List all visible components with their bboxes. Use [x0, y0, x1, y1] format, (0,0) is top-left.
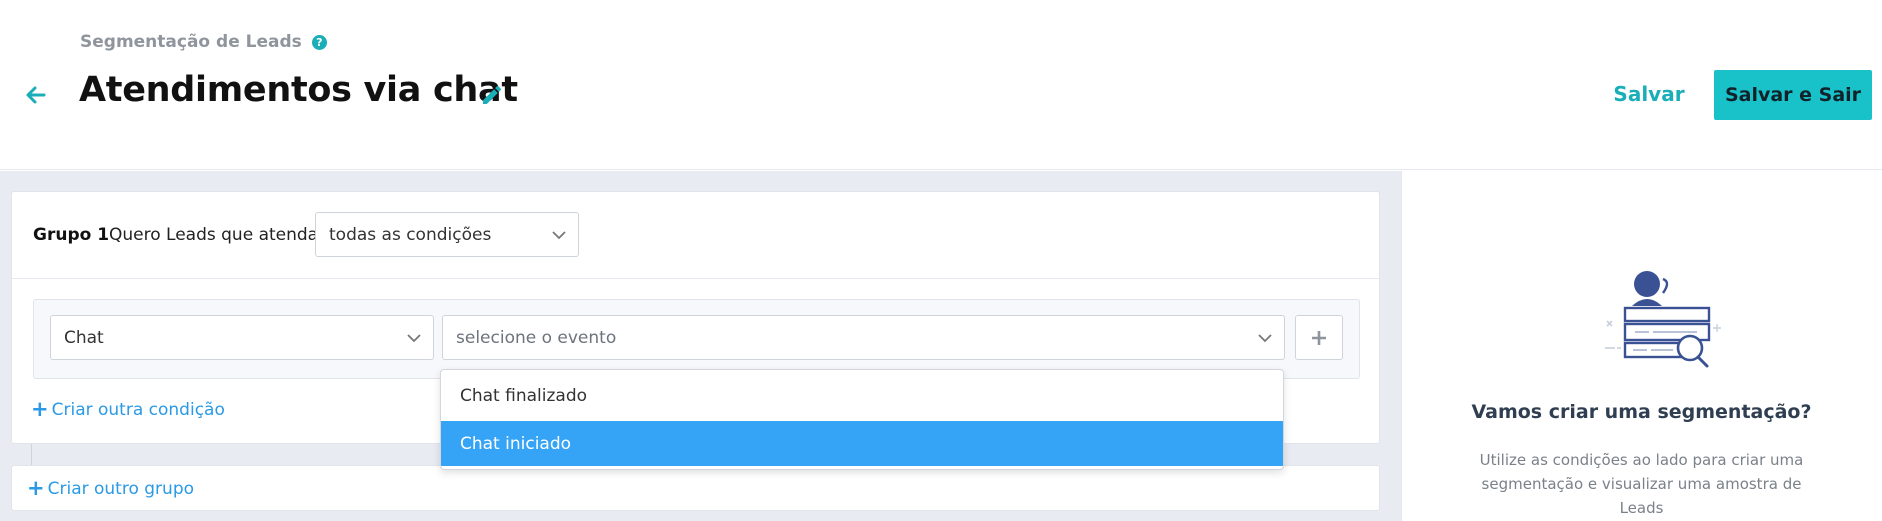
breadcrumb: Segmentação de Leads ?: [80, 31, 327, 53]
match-conditions-value: todas as condições: [329, 224, 492, 245]
plus-icon: [1312, 330, 1326, 345]
page-header: Segmentação de Leads ? Atendimentos via …: [0, 0, 1882, 170]
add-group-label: Criar outro grupo: [47, 478, 195, 499]
segmentation-illustration-icon: [1605, 271, 1721, 368]
group-header: Grupo 1 Quero Leads que atendam todas as…: [12, 192, 1379, 279]
dropdown-option[interactable]: Chat finalizado: [441, 373, 1283, 418]
chevron-down-icon: [407, 333, 421, 342]
help-icon[interactable]: ?: [311, 34, 327, 50]
empty-state-description: Utilize as condições ao lado para criar …: [1479, 451, 1804, 517]
condition-event-select[interactable]: selecione o evento: [442, 315, 1285, 360]
add-condition-inline-button[interactable]: [1295, 315, 1343, 360]
add-condition-label: Criar outra condição: [51, 399, 225, 420]
add-condition-link[interactable]: + Criar outra condição: [31, 399, 225, 420]
page-title: Atendimentos via chat: [79, 70, 518, 110]
dropdown-option-highlighted[interactable]: Chat iniciado: [441, 421, 1283, 466]
chevron-down-icon: [1258, 333, 1272, 342]
back-arrow-icon[interactable]: [24, 83, 48, 107]
save-button[interactable]: Salvar: [1596, 76, 1702, 112]
event-dropdown-menu: Chat finalizado Chat iniciado: [440, 369, 1284, 470]
empty-state-title: Vamos criar uma segmentação?: [1471, 401, 1812, 423]
breadcrumb-label[interactable]: Segmentação de Leads: [80, 32, 302, 52]
group-description: Quero Leads que atendam: [109, 225, 335, 245]
condition-row: Chat selecione o evento: [33, 299, 1360, 379]
pencil-edit-icon[interactable]: [480, 83, 504, 107]
condition-source-select[interactable]: Chat: [50, 315, 434, 360]
plus-icon: +: [31, 397, 49, 421]
chevron-down-icon: [552, 230, 566, 239]
condition-event-placeholder: selecione o evento: [456, 327, 617, 348]
match-conditions-select[interactable]: todas as condições: [315, 212, 579, 257]
condition-source-value: Chat: [64, 327, 104, 348]
save-and-exit-button[interactable]: Salvar e Sair: [1714, 70, 1872, 120]
group-label: Grupo 1: [33, 225, 110, 245]
group-connector-line: [31, 444, 32, 465]
plus-icon: +: [27, 476, 45, 500]
add-group-link[interactable]: + Criar outro grupo: [27, 478, 194, 499]
add-group-card: + Criar outro grupo: [11, 465, 1380, 511]
